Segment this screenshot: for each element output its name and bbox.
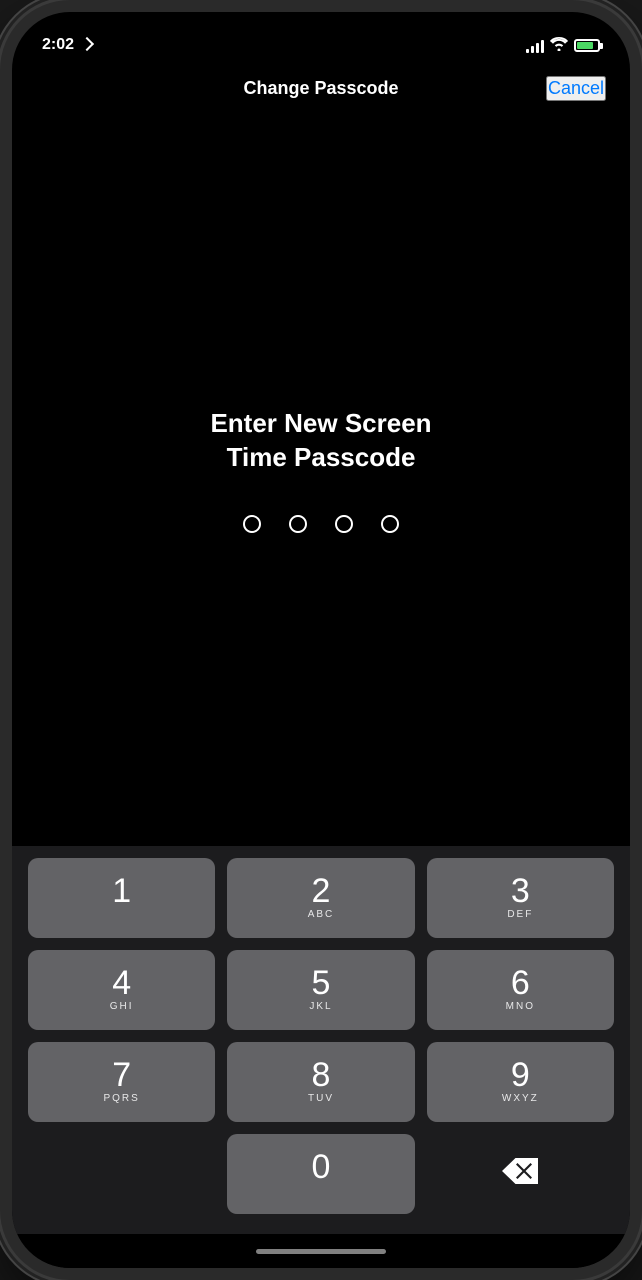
- key-5-letters: JKL: [309, 1001, 332, 1015]
- signal-icon: [526, 39, 544, 53]
- key-2[interactable]: 2 ABC: [227, 858, 414, 938]
- status-time: 2:02: [42, 36, 92, 54]
- prompt-line1: Enter New Screen: [210, 408, 431, 438]
- keypad-grid: 1 2 ABC 3 DEF 4 GHI 5 JKL: [28, 858, 614, 1214]
- home-bar: [256, 1249, 386, 1254]
- phone-shell: 2:02: [0, 0, 642, 1280]
- cancel-button[interactable]: Cancel: [546, 76, 606, 101]
- key-9[interactable]: 9 WXYZ: [427, 1042, 614, 1122]
- time-display: 2:02: [42, 36, 74, 54]
- main-content: Enter New Screen Time Passcode: [12, 114, 630, 846]
- key-6-letters: MNO: [506, 1001, 535, 1015]
- key-6[interactable]: 6 MNO: [427, 950, 614, 1030]
- screen: 2:02: [12, 12, 630, 1268]
- passcode-dot-1: [243, 515, 261, 533]
- keypad: 1 2 ABC 3 DEF 4 GHI 5 JKL: [12, 846, 630, 1234]
- wifi-icon: [550, 37, 568, 54]
- key-6-number: 6: [511, 966, 530, 1000]
- key-5[interactable]: 5 JKL: [227, 950, 414, 1030]
- key-1-number: 1: [112, 874, 131, 908]
- delete-button[interactable]: [427, 1134, 614, 1214]
- key-4-letters: GHI: [110, 1001, 134, 1015]
- passcode-dot-2: [289, 515, 307, 533]
- key-0[interactable]: 0: [227, 1134, 414, 1214]
- delete-icon: [502, 1158, 538, 1191]
- key-2-number: 2: [312, 874, 331, 908]
- key-8-letters: TUV: [308, 1093, 334, 1107]
- battery-fill: [577, 42, 593, 49]
- passcode-dots: [243, 515, 399, 533]
- location-icon: [80, 37, 94, 51]
- passcode-prompt: Enter New Screen Time Passcode: [210, 407, 431, 475]
- nav-bar: Change Passcode Cancel: [12, 62, 630, 114]
- status-icons: [526, 37, 600, 54]
- key-0-number: 0: [312, 1150, 331, 1184]
- key-9-number: 9: [511, 1058, 530, 1092]
- home-indicator: [12, 1234, 630, 1268]
- key-3[interactable]: 3 DEF: [427, 858, 614, 938]
- key-4-number: 4: [112, 966, 131, 1000]
- key-1[interactable]: 1: [28, 858, 215, 938]
- key-7-letters: PQRS: [103, 1093, 139, 1107]
- key-8-number: 8: [312, 1058, 331, 1092]
- key-5-number: 5: [312, 966, 331, 1000]
- key-7[interactable]: 7 PQRS: [28, 1042, 215, 1122]
- key-9-letters: WXYZ: [502, 1093, 539, 1107]
- prompt-line2: Time Passcode: [227, 442, 416, 472]
- key-3-number: 3: [511, 874, 530, 908]
- key-4[interactable]: 4 GHI: [28, 950, 215, 1030]
- key-2-letters: ABC: [308, 909, 335, 923]
- passcode-dot-3: [335, 515, 353, 533]
- passcode-dot-4: [381, 515, 399, 533]
- key-3-letters: DEF: [507, 909, 533, 923]
- notch: [221, 12, 421, 44]
- nav-title: Change Passcode: [243, 78, 398, 99]
- key-8[interactable]: 8 TUV: [227, 1042, 414, 1122]
- key-empty: [28, 1134, 215, 1214]
- battery-icon: [574, 39, 600, 52]
- key-7-number: 7: [112, 1058, 131, 1092]
